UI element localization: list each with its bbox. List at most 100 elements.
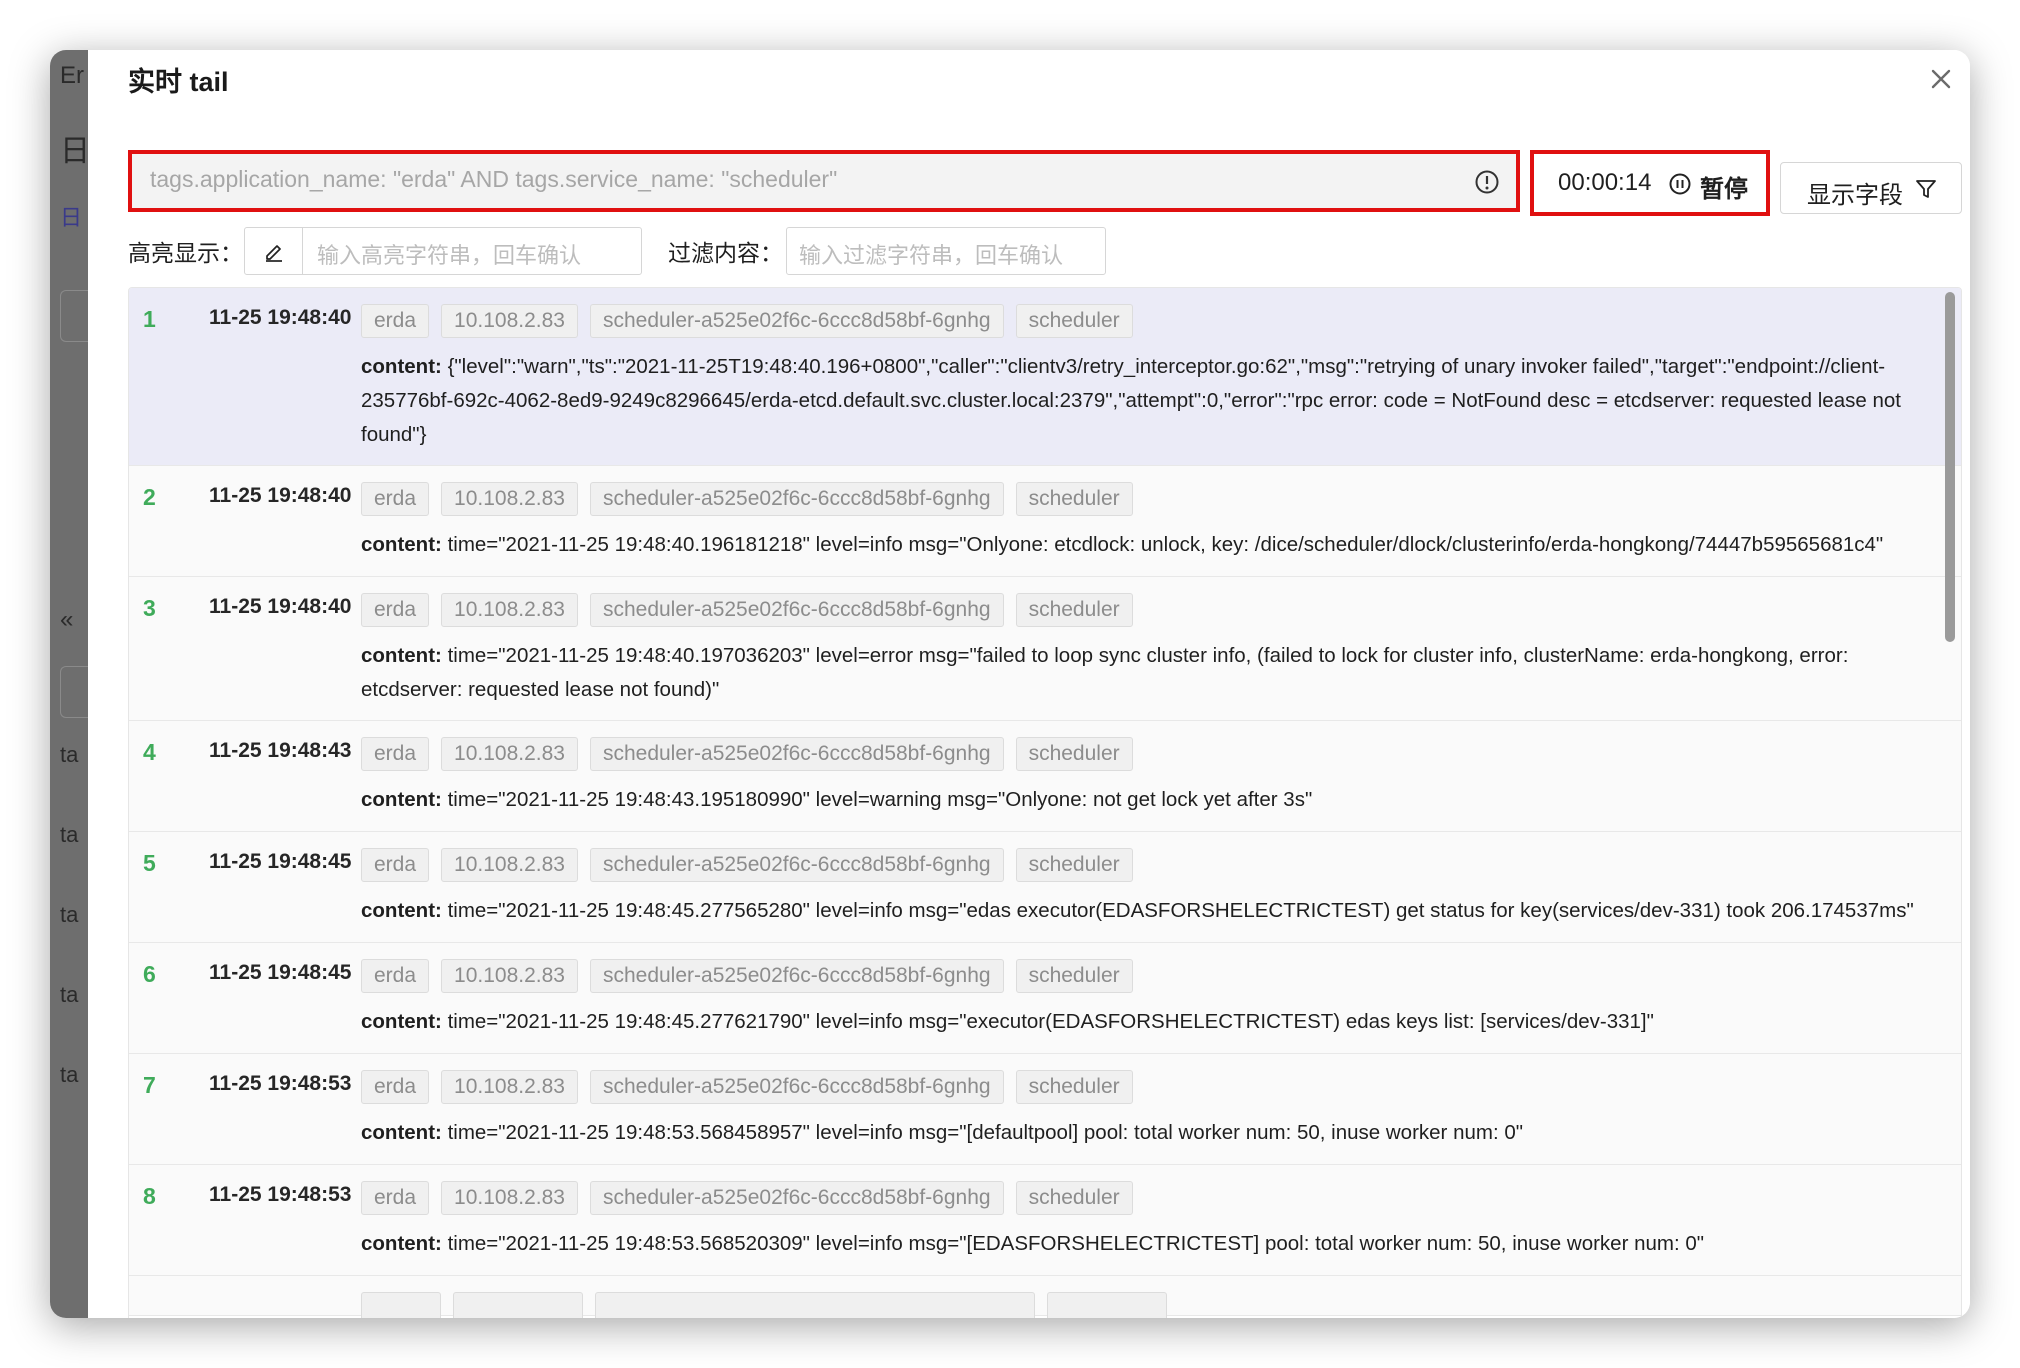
log-tag: scheduler: [1015, 737, 1133, 771]
log-row[interactable]: 4 11-25 19:48:43 erda 10.108.2.83 scheduler-…: [129, 721, 1961, 832]
log-tag: scheduler-a525e02f6c-6ccc8d58bf-6gnhg: [589, 737, 1004, 771]
log-row-tags: [361, 1292, 1167, 1318]
log-tag: scheduler: [1015, 1181, 1133, 1215]
highlight-input[interactable]: 输入高亮字符串，回车确认: [317, 238, 581, 270]
log-row-timestamp: 11-25 19:48:40: [209, 306, 352, 329]
log-row-content: content: time="2021-11-25 19:48:53.56852…: [361, 1227, 1945, 1261]
log-row[interactable]: 5 11-25 19:48:45 erda 10.108.2.83 scheduler-…: [129, 832, 1961, 943]
app-window: Er 日 日 « ta ta ta ta ta 实时 tail tags.app…: [50, 50, 1970, 1318]
filter-input[interactable]: 输入过滤字符串，回车确认: [786, 227, 1106, 275]
log-row-tags: erda 10.108.2.83 scheduler-a525e02f6c-6ccc…: [361, 1070, 1133, 1104]
log-tag: scheduler: [1015, 1070, 1133, 1104]
log-row-timestamp: 11-25 19:48:40: [209, 484, 352, 507]
log-row-content: content: time="2021-11-25 19:48:45.27762…: [361, 1005, 1945, 1039]
log-row[interactable]: 2 11-25 19:48:40 erda 10.108.2.83 scheduler-…: [129, 466, 1961, 577]
highlight-input-group: 输入高亮字符串，回车确认: [244, 227, 642, 275]
content-key: content:: [361, 1121, 442, 1144]
log-row-content: content: time="2021-11-25 19:48:45.27756…: [361, 894, 1945, 928]
content-key: content:: [361, 1232, 442, 1255]
log-row-timestamp: 11-25 19:48:53: [209, 1072, 352, 1095]
log-row-tags: erda 10.108.2.83 scheduler-a525e02f6c-6ccc…: [361, 959, 1133, 993]
scrollbar[interactable]: [1945, 292, 1955, 642]
highlight-label: 高亮显示：: [128, 240, 243, 266]
display-fields-label: 显示字段: [1807, 182, 1903, 209]
log-row-tags: erda 10.108.2.83 scheduler-a525e02f6c-6ccc…: [361, 848, 1133, 882]
log-row[interactable]: 8 11-25 19:48:53 erda 10.108.2.83 scheduler-…: [129, 1165, 1961, 1276]
log-row-content: content: time="2021-11-25 19:48:53.56845…: [361, 1116, 1945, 1150]
content-value: time="2021-11-25 19:48:45.277565280" lev…: [447, 899, 1914, 922]
edit-icon: [266, 245, 282, 262]
log-row-timestamp: 11-25 19:48:53: [209, 1183, 352, 1206]
content-key: content:: [361, 644, 442, 667]
display-fields-button[interactable]: 显示字段: [1780, 162, 1962, 214]
content-value: time="2021-11-25 19:48:40.196181218" lev…: [447, 533, 1884, 556]
log-tag: scheduler-a525e02f6c-6ccc8d58bf-6gnhg: [589, 1070, 1004, 1104]
log-row-number: 2: [143, 484, 156, 510]
log-tag: [453, 1292, 583, 1318]
modal-title: 实时 tail: [128, 67, 229, 97]
log-tag: 10.108.2.83: [441, 1181, 578, 1215]
content-key: content:: [361, 533, 442, 556]
log-tag: scheduler-a525e02f6c-6ccc8d58bf-6gnhg: [589, 959, 1004, 993]
log-row-timestamp: 11-25 19:48:45: [209, 961, 352, 984]
content-key: content:: [361, 1010, 442, 1033]
background-row: ta: [60, 982, 79, 1007]
filter-icon: [1915, 178, 1937, 200]
content-value: time="2021-11-25 19:48:43.195180990" lev…: [447, 788, 1313, 811]
pause-button[interactable]: 00:00:14 暂停: [1530, 150, 1770, 216]
log-tag: 10.108.2.83: [441, 848, 578, 882]
log-tag: 10.108.2.83: [441, 959, 578, 993]
filter-placeholder: 输入过滤字符串，回车确认: [799, 243, 1064, 268]
log-row-content: content: time="2021-11-25 19:48:40.19618…: [361, 528, 1945, 562]
log-row-timestamp: 11-25 19:48:45: [209, 850, 352, 873]
log-row-number: 3: [143, 595, 156, 621]
log-row[interactable]: 7 11-25 19:48:53 erda 10.108.2.83 scheduler-…: [129, 1054, 1961, 1165]
background-row: ta: [60, 902, 79, 927]
log-tag: erda: [361, 304, 430, 338]
background-tab: 日: [60, 205, 83, 230]
log-tag: scheduler-a525e02f6c-6ccc8d58bf-6gnhg: [589, 593, 1004, 627]
pause-icon: [1668, 172, 1692, 196]
highlight-edit-button[interactable]: [245, 228, 303, 274]
info-icon[interactable]: [1474, 169, 1500, 195]
filter-label: 过滤内容：: [668, 240, 783, 266]
background-row: ta: [60, 742, 79, 767]
log-row-content: content: {"level":"warn","ts":"2021-11-2…: [361, 350, 1945, 452]
log-tag: scheduler: [1015, 959, 1133, 993]
log-row-number: 6: [143, 961, 156, 987]
background-row: ta: [60, 1062, 79, 1087]
content-key: content:: [361, 788, 442, 811]
log-row[interactable]: 6 11-25 19:48:45 erda 10.108.2.83 scheduler-…: [129, 943, 1961, 1054]
log-row[interactable]: [129, 1276, 1961, 1318]
log-tag: scheduler: [1015, 593, 1133, 627]
content-value: time="2021-11-25 19:48:45.277621790" lev…: [447, 1010, 1654, 1033]
content-key: content:: [361, 899, 442, 922]
log-tag: [1047, 1292, 1167, 1318]
log-list[interactable]: 1 11-25 19:48:40 erda 10.108.2.83 scheduler-…: [128, 287, 1962, 1318]
log-row-tags: erda 10.108.2.83 scheduler-a525e02f6c-6ccc…: [361, 482, 1133, 516]
log-row-timestamp: 11-25 19:48:43: [209, 739, 352, 762]
background-heading: 日: [60, 135, 90, 168]
content-key: content:: [361, 355, 442, 378]
log-tag: erda: [361, 959, 430, 993]
query-input[interactable]: tags.application_name: "erda" AND tags.s…: [128, 150, 1520, 212]
log-tag: [595, 1292, 1035, 1318]
log-row[interactable]: 1 11-25 19:48:40 erda 10.108.2.83 scheduler-…: [129, 288, 1961, 466]
log-row-number: 7: [143, 1072, 156, 1098]
background-page: Er 日 日 « ta ta ta ta ta: [50, 50, 90, 1318]
close-icon[interactable]: [1926, 64, 1956, 94]
background-panel: [60, 666, 88, 718]
log-row-number: 8: [143, 1183, 156, 1209]
log-tag: [361, 1292, 441, 1318]
log-tag: scheduler-a525e02f6c-6ccc8d58bf-6gnhg: [589, 482, 1004, 516]
log-row[interactable]: 3 11-25 19:48:40 erda 10.108.2.83 scheduler-…: [129, 577, 1961, 721]
content-value: {"level":"warn","ts":"2021-11-25T19:48:4…: [361, 355, 1901, 446]
elapsed-time: 00:00:14: [1558, 169, 1652, 196]
realtime-tail-modal: 实时 tail tags.application_name: "erda" AN…: [88, 50, 1970, 1318]
pause-label: 暂停: [1700, 176, 1748, 203]
background-collapse: «: [60, 606, 74, 633]
log-tag: 10.108.2.83: [441, 593, 578, 627]
log-row-content: content: time="2021-11-25 19:48:43.19518…: [361, 783, 1945, 817]
content-value: time="2021-11-25 19:48:53.568520309" lev…: [447, 1232, 1705, 1255]
log-row-tags: erda 10.108.2.83 scheduler-a525e02f6c-6ccc…: [361, 737, 1133, 771]
